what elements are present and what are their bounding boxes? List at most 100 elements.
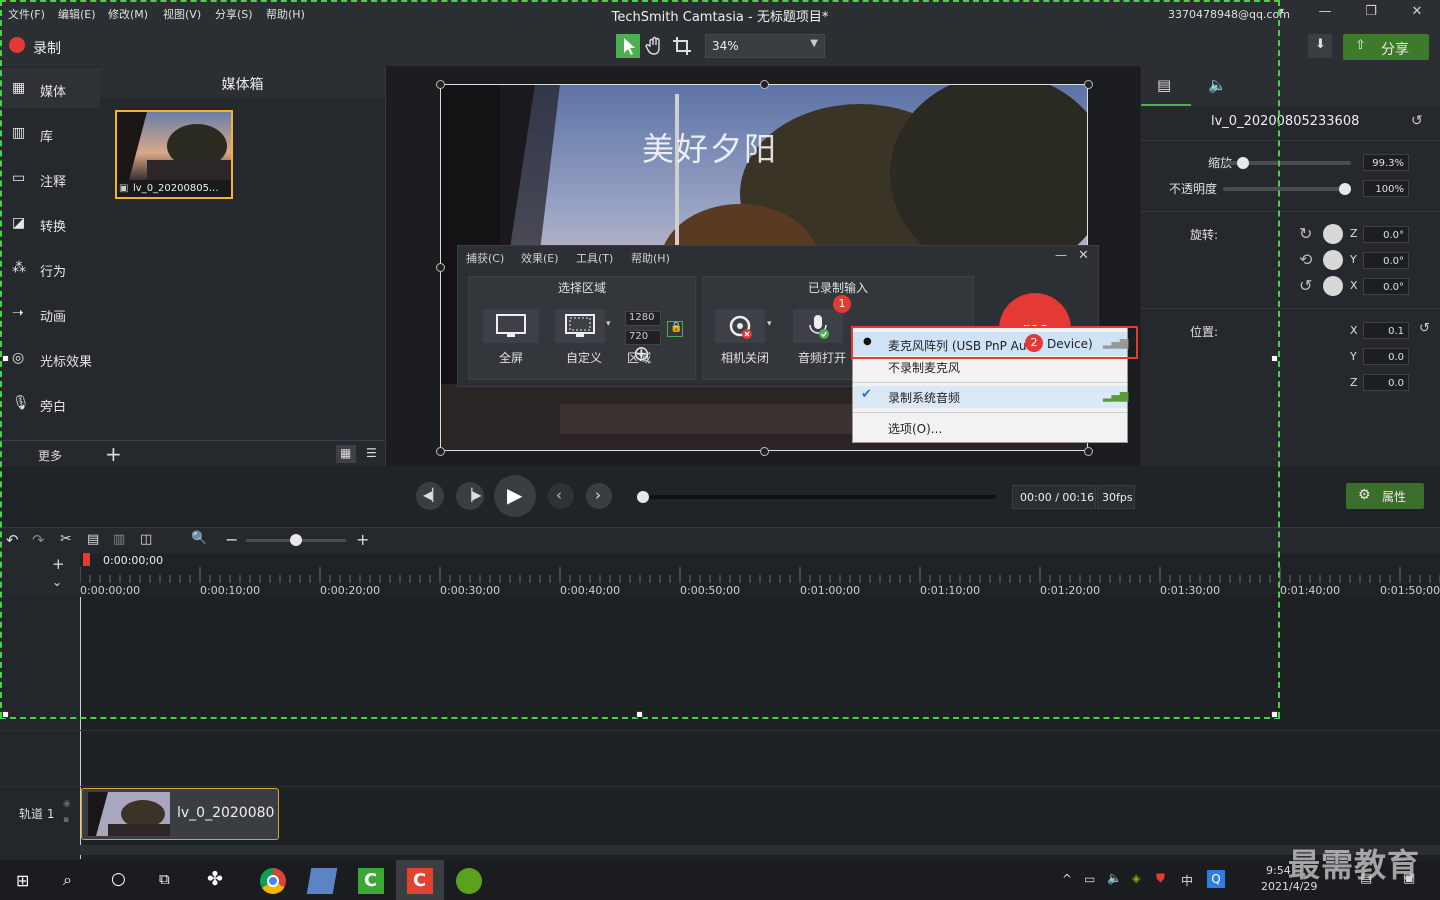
track-lock-icon[interactable]: ▪: [63, 815, 69, 825]
recorder-close-icon[interactable]: ✕: [1078, 248, 1089, 263]
options-option[interactable]: 选项(O)...: [853, 416, 1127, 438]
rotation-z-dial[interactable]: [1323, 224, 1343, 244]
scale-slider-knob[interactable]: [1237, 157, 1250, 169]
lock-aspect-button[interactable]: 🔒: [667, 321, 683, 337]
ime-indicator[interactable]: 中: [1181, 872, 1193, 889]
network-icon[interactable]: ▭: [1084, 872, 1095, 886]
recorder-menu-help[interactable]: 帮助(H): [631, 250, 670, 266]
qq-icon[interactable]: Q: [1207, 870, 1225, 888]
add-track-icon[interactable]: +: [52, 555, 65, 573]
position-reset-icon[interactable]: ↺: [1419, 321, 1430, 336]
fullscreen-button[interactable]: [483, 309, 539, 343]
collapse-tracks-icon[interactable]: ⌄: [52, 575, 62, 589]
undo-icon[interactable]: ↶: [6, 531, 19, 549]
close-icon[interactable]: ✕: [1405, 4, 1429, 19]
width-input[interactable]: 1280: [625, 311, 661, 326]
copy-icon[interactable]: ▤: [87, 532, 99, 547]
split-icon[interactable]: ◫: [140, 532, 152, 547]
clock-time[interactable]: 9:54: [1266, 864, 1291, 877]
track-1-header[interactable]: 轨道 1 ◉ ▪: [0, 787, 80, 843]
recorder-menu-capture[interactable]: 捕获(C): [466, 250, 504, 266]
search-taskbar-icon[interactable]: ⌕: [63, 870, 72, 890]
timeline-scrollbar[interactable]: [80, 845, 1440, 855]
resize-handle-ml[interactable]: [436, 263, 445, 272]
no-microphone-option[interactable]: 不录制麦克风: [853, 358, 1127, 380]
minimize-icon[interactable]: —: [1313, 4, 1337, 19]
crop-tool-button[interactable]: [670, 34, 694, 58]
redo-icon[interactable]: ↷: [32, 531, 45, 549]
timeline-ruler[interactable]: 0:00:00;00 0:00:00;00 0:00:10;00 0:00:20…: [80, 553, 1440, 597]
record-system-audio-option[interactable]: ✔ 录制系统音频 ▂▄▆: [853, 386, 1128, 408]
resize-handle-tr[interactable]: [1084, 80, 1093, 89]
maximize-icon[interactable]: ❐: [1359, 4, 1383, 19]
position-x-input[interactable]: 0.1: [1363, 322, 1409, 339]
melon-app-icon[interactable]: [456, 868, 482, 894]
sidebar-item-animation[interactable]: ➝ 动画: [0, 293, 100, 333]
list-view-button[interactable]: ☰: [362, 445, 382, 463]
chrome-icon[interactable]: [260, 868, 286, 894]
rotation-y-dial[interactable]: [1323, 250, 1343, 270]
recording-area-handle-bottom[interactable]: [636, 711, 643, 718]
camtasia-green-icon[interactable]: C: [358, 868, 384, 894]
recorder-menu-tools[interactable]: 工具(T): [576, 250, 613, 266]
account-email[interactable]: 3370478948@qq.com: [1168, 8, 1290, 21]
zoom-select[interactable]: 34% ▼: [705, 34, 825, 58]
cortana-icon[interactable]: ○: [111, 869, 126, 889]
scrub-track[interactable]: [643, 495, 996, 499]
position-y-input[interactable]: 0.0: [1363, 348, 1409, 365]
camera-toggle-button[interactable]: [715, 309, 765, 343]
volume-icon[interactable]: 🔈: [1107, 871, 1122, 885]
resize-handle-bl[interactable]: [436, 447, 445, 456]
nvidia-icon[interactable]: ◈: [1132, 872, 1140, 885]
recorder-menu-effects[interactable]: 效果(E): [521, 250, 559, 266]
record-button[interactable]: 录制: [33, 38, 61, 58]
zoom-in-icon[interactable]: +: [356, 530, 369, 549]
opacity-slider[interactable]: [1223, 187, 1351, 191]
step-forward-button[interactable]: ▕▶: [456, 482, 484, 510]
security-shield-icon[interactable]: ⛊: [1156, 871, 1165, 886]
recording-area-handle-bl[interactable]: [2, 711, 9, 718]
download-button[interactable]: ⬇: [1308, 34, 1332, 58]
rotation-x-input[interactable]: 0.0°: [1363, 278, 1409, 295]
media-thumbnail[interactable]: ▣ lv_0_20200805...: [115, 110, 233, 199]
canvas-title-text[interactable]: 美好夕阳: [642, 124, 778, 170]
add-media-icon[interactable]: +: [105, 442, 122, 466]
camtasia-recorder-icon[interactable]: C: [407, 868, 433, 894]
sidebar-item-annotation[interactable]: ▭ 注释: [0, 158, 100, 198]
custom-area-button[interactable]: [555, 309, 605, 343]
rotation-z-input[interactable]: 0.0°: [1363, 226, 1409, 243]
recorder-minimize-icon[interactable]: —: [1055, 248, 1067, 262]
next-marker-button[interactable]: ›: [586, 483, 612, 509]
sidebar-item-transition[interactable]: ◪ 转换: [0, 203, 100, 243]
notepad-icon[interactable]: [306, 868, 338, 894]
tray-expand-icon[interactable]: ^: [1062, 872, 1072, 886]
share-button[interactable]: ⇧ 分享: [1343, 34, 1429, 60]
record-dot-icon[interactable]: [9, 37, 25, 53]
custom-dropdown-icon[interactable]: ▾: [606, 319, 611, 329]
recording-area-handle-right[interactable]: [1271, 355, 1278, 362]
opacity-input[interactable]: 100%: [1363, 180, 1409, 197]
recording-area-handle-left[interactable]: [2, 355, 9, 362]
sidebar-item-behavior[interactable]: ⁂ 行为: [0, 248, 100, 288]
rotation-x-dial[interactable]: [1323, 276, 1343, 296]
paste-icon[interactable]: ▥: [113, 532, 125, 547]
previous-marker-button[interactable]: ‹: [548, 483, 574, 509]
scale-input[interactable]: 99.3%: [1363, 154, 1409, 171]
resize-handle-tl[interactable]: [436, 80, 445, 89]
timeline-zoom-knob[interactable]: [290, 534, 302, 546]
play-button[interactable]: ▶: [494, 475, 536, 517]
resize-handle-tc[interactable]: [760, 80, 769, 89]
recording-area-handle-br[interactable]: [1271, 711, 1278, 718]
select-tool-button[interactable]: [616, 34, 640, 58]
resize-handle-bc[interactable]: [760, 447, 769, 456]
app-pinwheel-icon[interactable]: ✤: [207, 868, 223, 890]
tab-visual[interactable]: ▤: [1141, 66, 1191, 106]
sidebar-item-cursor-effects[interactable]: ◎ 光标效果: [0, 338, 100, 378]
rotation-y-input[interactable]: 0.0°: [1363, 252, 1409, 269]
more-button[interactable]: 更多: [0, 440, 100, 467]
resize-handle-br[interactable]: [1084, 447, 1093, 456]
pan-tool-button[interactable]: [643, 34, 667, 58]
rewind-button[interactable]: ◀▏: [416, 482, 444, 510]
position-z-input[interactable]: 0.0: [1363, 374, 1409, 391]
tab-audio[interactable]: 🔈: [1193, 66, 1243, 106]
